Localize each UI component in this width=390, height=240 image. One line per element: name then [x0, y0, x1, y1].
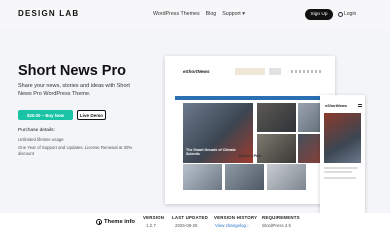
- main-nav: WordPress Themes Blog Support ▾: [153, 11, 245, 17]
- nav-item-wordpress-themes[interactable]: WordPress Themes: [153, 11, 200, 17]
- preview-social-icons: [291, 70, 321, 73]
- mobile-preview-image-block: [324, 113, 361, 163]
- site-logo[interactable]: DESIGN LAB: [18, 9, 79, 18]
- mobile-preview-logo: eShortNews: [325, 104, 347, 108]
- preview-logo: eShortNews: [183, 69, 210, 74]
- requirements-value: WordPress 4.5: [262, 223, 291, 228]
- view-changelog-link[interactable]: View changelog ›: [215, 223, 249, 228]
- mobile-preview-text-line: [324, 167, 358, 169]
- mobile-preview-image[interactable]: eShortNews: [320, 95, 365, 213]
- buy-now-button[interactable]: $30.00 – Buy Now: [18, 110, 73, 120]
- preview-thumb: [225, 164, 264, 190]
- last-updated-value: 2025-08-25: [175, 223, 198, 228]
- desktop-preview-image[interactable]: eShortNews The Smart Decade of Climate S…: [165, 56, 335, 204]
- preview-ad-banner: [269, 68, 281, 75]
- preview-thumb: [183, 164, 222, 190]
- version-value: 1.2.7: [146, 223, 156, 228]
- version-history-label: VERSION HISTORY: [214, 215, 258, 220]
- preview-thumb: [257, 134, 296, 163]
- last-updated-label: LAST UPDATED: [172, 215, 208, 220]
- version-label: VERSION: [143, 215, 165, 220]
- preview-ad-banner: [235, 68, 265, 75]
- nav-item-support[interactable]: Support ▾: [222, 11, 245, 17]
- hamburger-icon: [358, 104, 362, 107]
- theme-description: Share your news, stories and ideas with …: [18, 83, 130, 97]
- preview-nav-bar: [175, 96, 330, 100]
- theme-info-label: Theme info: [104, 219, 135, 225]
- nav-item-blog[interactable]: Blog: [206, 11, 217, 17]
- preview-thumb: [267, 164, 306, 190]
- requirements-label: REQUIREMENTS: [262, 215, 300, 220]
- purchase-detail-item: Unlimited lifetime usage: [18, 137, 64, 142]
- live-demo-button[interactable]: Live Demo: [77, 110, 106, 120]
- preview-editors-pick: Editor's Pick: [238, 154, 262, 158]
- login-link[interactable]: Login: [338, 11, 356, 17]
- mobile-preview-text-line: [324, 171, 352, 173]
- purchase-details-title: Purchase details:: [18, 128, 55, 133]
- preview-thumb: [257, 103, 296, 132]
- clock-icon: [96, 219, 102, 225]
- signup-button[interactable]: Sign Up: [305, 9, 333, 20]
- login-label: Login: [344, 11, 357, 17]
- page-title: Short News Pro: [18, 63, 126, 79]
- top-header: DESIGN LAB WordPress Themes Blog Support…: [0, 0, 390, 30]
- purchase-detail-item: One Year of Support and Updates. License…: [18, 145, 133, 156]
- user-icon: [338, 11, 343, 17]
- mobile-preview-text-line: [324, 177, 356, 179]
- theme-info-heading: Theme info: [96, 219, 135, 225]
